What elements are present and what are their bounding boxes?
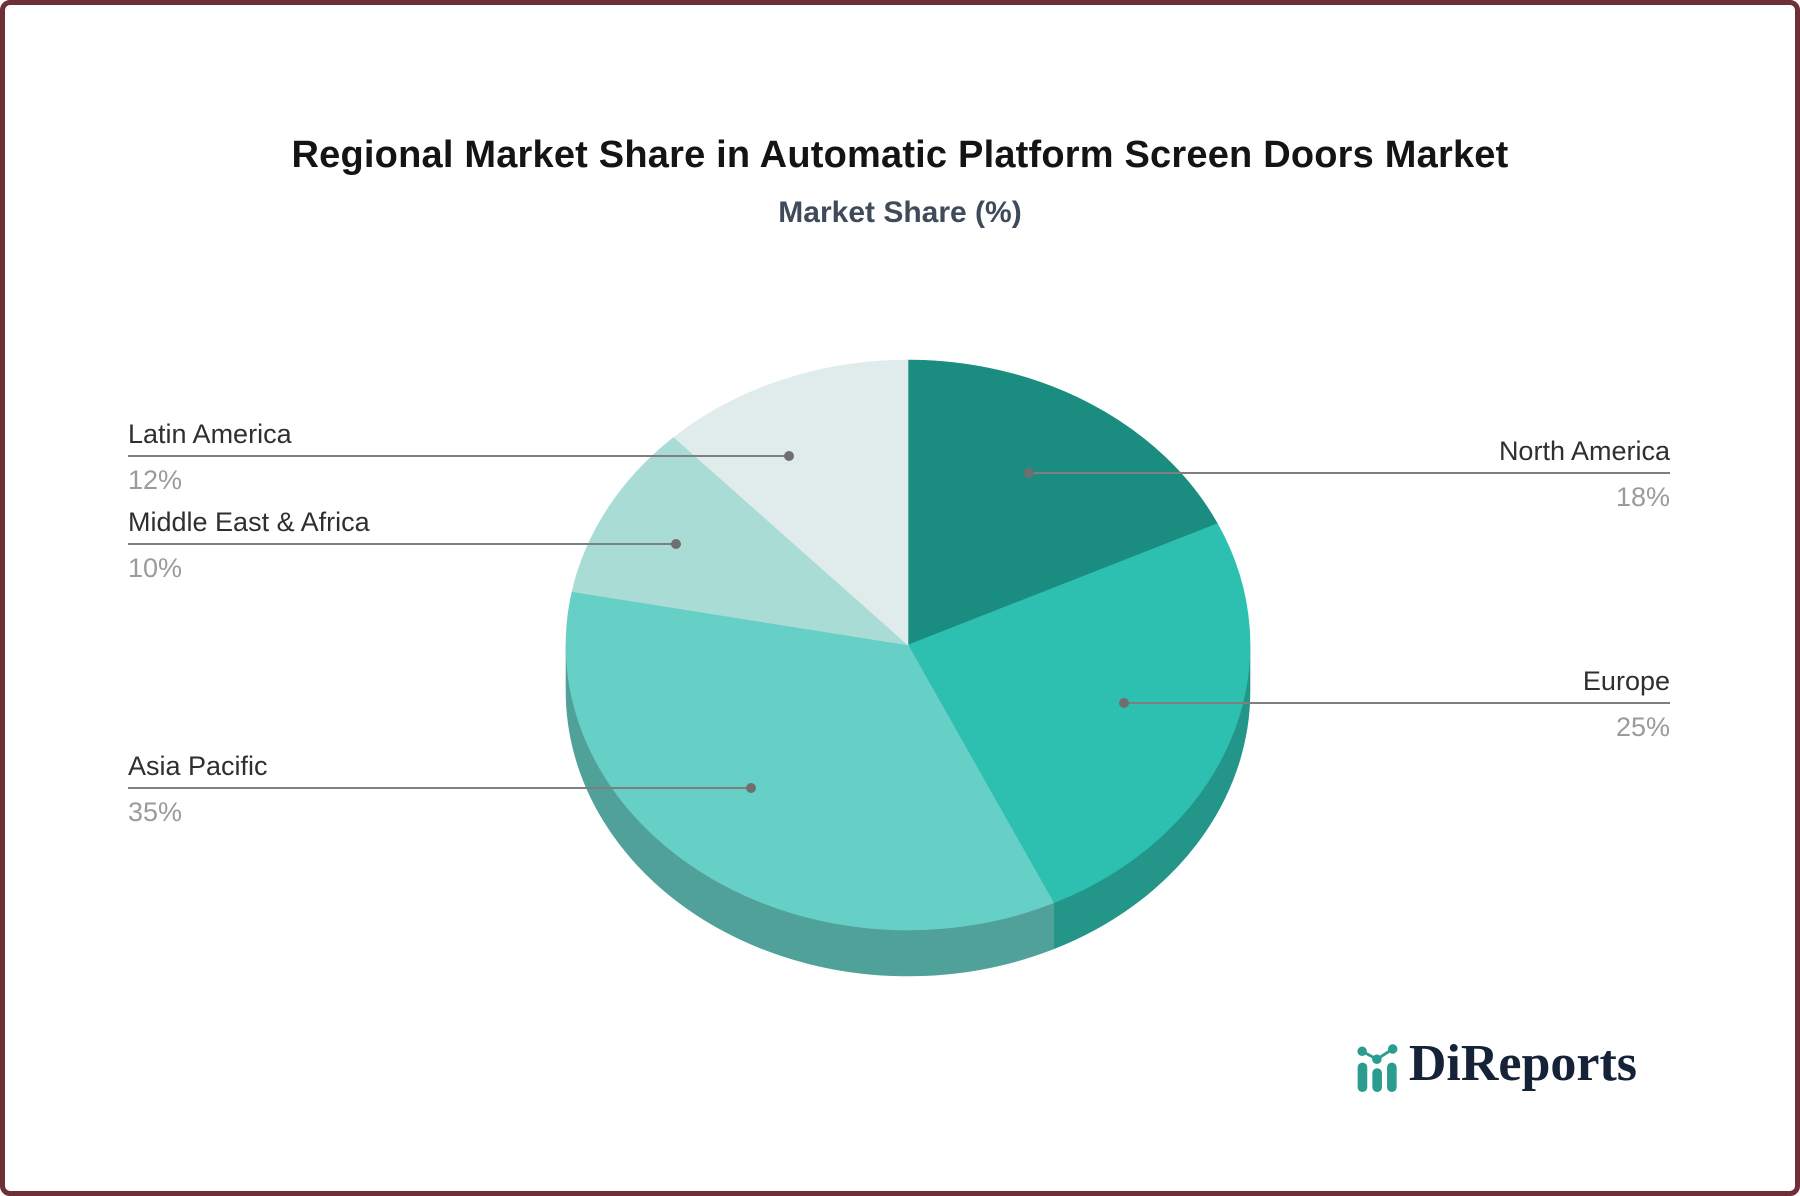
slice-percent: 35% (128, 797, 183, 827)
slice-label: North America (1498, 436, 1670, 466)
slice-label: Asia Pacific (128, 751, 268, 781)
bar-chart-trend-icon (1357, 1044, 1398, 1092)
slice-label: Europe (1582, 666, 1670, 696)
callout-europe: Europe 25% (1119, 664, 1670, 743)
callout-middle-east-africa: Middle East & Africa 10% (128, 505, 681, 584)
slice-percent: 10% (128, 553, 183, 583)
leader-line (1119, 698, 1670, 708)
brand-logo: DiReports (1355, 1036, 1637, 1092)
leader-dot (1119, 698, 1129, 708)
brand-logo-text: DiReports (1408, 1035, 1637, 1092)
leader-dot (746, 783, 756, 793)
leader-dot (671, 539, 681, 549)
callout-asia-pacific: Asia Pacific 35% (128, 749, 756, 828)
leader-line (128, 783, 756, 793)
pie-chart (565, 359, 1251, 977)
leader-dot (1024, 468, 1034, 478)
slice-label: Middle East & Africa (128, 507, 370, 537)
leader-line (128, 539, 681, 549)
slice-percent: 18% (1615, 482, 1670, 512)
leader-line (128, 451, 794, 461)
callout-latin-america: Latin America 12% (128, 417, 794, 496)
slice-percent: 12% (128, 465, 183, 495)
leader-dot (784, 451, 794, 461)
leader-line (1024, 468, 1670, 478)
slice-label: Latin America (128, 419, 292, 449)
slice-percent: 25% (1615, 712, 1670, 742)
callout-north-america: North America 18% (1024, 434, 1670, 513)
